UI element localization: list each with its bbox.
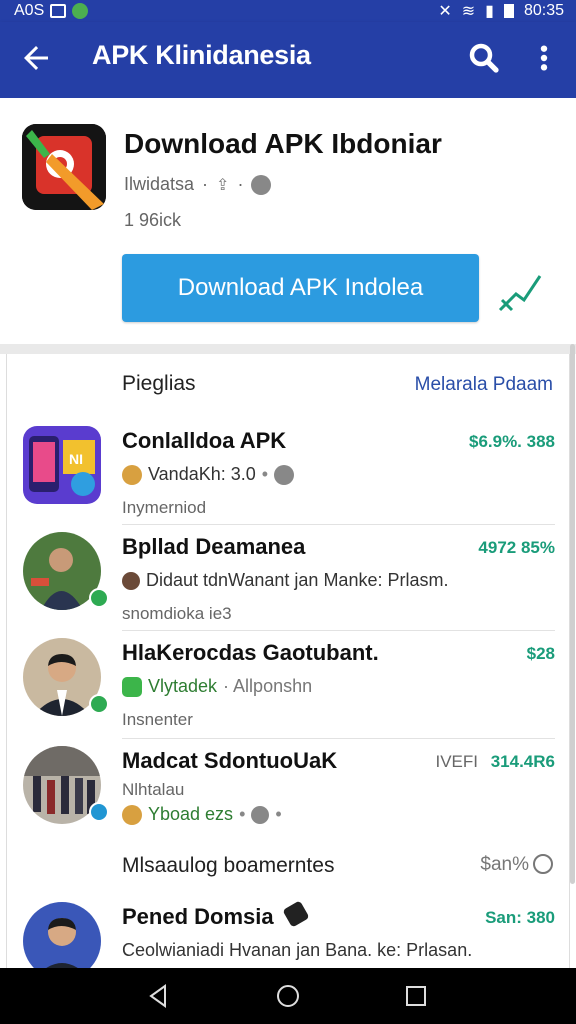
item-category: Nlhtalau	[122, 780, 185, 799]
scrollbar[interactable]	[570, 344, 575, 884]
list-item[interactable]: Pened Domsia San: 380 Ceolwianiadi Hvana…	[7, 900, 571, 980]
app-notification-icon	[72, 3, 89, 19]
developer-name: Ilwidatsa	[124, 174, 195, 194]
item-title: Pened Domsia	[122, 900, 310, 930]
row-divider	[122, 738, 555, 739]
download-button[interactable]: Download APK Indolea	[122, 254, 479, 322]
more-vert-icon[interactable]	[528, 40, 560, 76]
item-title: Bpllad Deamanea	[122, 534, 306, 559]
clock: 80:35	[523, 2, 564, 19]
price-value: 314.4R6	[490, 752, 555, 771]
home-nav-icon[interactable]	[274, 982, 302, 1010]
dot-separator: •	[239, 804, 246, 824]
rating-icon	[274, 464, 295, 485]
section-title: Pieglias	[122, 372, 196, 395]
item-subtitle: Didaut tdnWanant jan Manke: Prlasm.	[122, 570, 448, 591]
item-subtitle: Vlytadek · Allponshn	[122, 676, 312, 697]
section-title: Mlsaaulog boamerntes	[122, 854, 335, 877]
app-hero: Download APK Ibdoniar Ilwidatsa · ⇪ · 1 …	[0, 98, 576, 344]
item-developer: Yboad ezs	[148, 804, 234, 824]
app-icon: NI	[23, 426, 101, 504]
dot-separator: ·	[237, 174, 244, 194]
search-icon[interactable]	[466, 40, 502, 76]
item-price: 4972 85%	[478, 538, 555, 557]
developer-avatar-icon	[122, 571, 140, 590]
section-link[interactable]: Melarala Pdaam	[415, 374, 553, 396]
item-price: $28	[526, 644, 555, 663]
item-category-label: · Allponshn	[223, 676, 313, 696]
item-price: IVEFI 314.4R6	[435, 752, 555, 772]
share-icon: ⇪	[216, 176, 230, 194]
item-category: Insnenter	[122, 710, 193, 729]
list-item[interactable]: Bpllad Deamanea 4972 85% Didaut tdnWanan…	[7, 532, 571, 632]
item-price: San: 380	[485, 908, 555, 927]
developer-avatar-icon	[122, 804, 142, 825]
price-prefix: IVEFI	[435, 752, 478, 771]
whatsapp-icon	[122, 676, 142, 697]
app-title: Download APK Ibdoniar	[124, 128, 442, 159]
page-title: APK Klinidanesia	[92, 40, 311, 70]
item-category: Inymerniod	[122, 498, 207, 517]
app-bar: APK Klinidanesia	[0, 22, 576, 98]
phone-icon	[282, 900, 310, 928]
app-logo-icon	[22, 124, 106, 210]
svg-text:NI: NI	[69, 451, 83, 467]
row-divider	[122, 524, 555, 525]
app-meta: Ilwidatsa · ⇪ ·	[124, 174, 272, 195]
status-bar: A0S ✕ ≋ ▮ 80:35	[0, 0, 576, 22]
section-link[interactable]: $an%	[480, 854, 529, 876]
item-developer: Vlytadek	[148, 676, 218, 696]
item-subtitle: Yboad ezs • •	[122, 804, 282, 825]
developer-avatar-icon	[122, 464, 142, 485]
mute-icon: ✕	[438, 3, 452, 20]
dot-separator: •	[275, 804, 282, 824]
item-developer: VandaKh: 3.0	[148, 464, 256, 484]
item-title-text: Pened Domsia	[122, 904, 274, 929]
dot-separator: •	[261, 464, 269, 484]
app-list: Pieglias Melarala Pdaam NI Conlalldoa AP…	[6, 354, 571, 980]
dot-separator: ·	[202, 174, 209, 194]
item-subtitle: VandaKh: 3.0 •	[122, 464, 295, 485]
verified-badge-icon	[89, 694, 109, 714]
system-nav-bar	[0, 968, 576, 1024]
image-notification-icon	[50, 4, 67, 18]
item-title: Madcat SdontuoUaK	[122, 748, 338, 773]
verified-badge-icon	[89, 802, 109, 822]
rating-icon	[251, 805, 270, 824]
section-divider	[0, 344, 576, 354]
back-arrow-icon[interactable]	[18, 40, 54, 76]
item-developer: Didaut tdnWanant jan Manke: Prlasm.	[146, 570, 449, 590]
trending-icon[interactable]	[496, 270, 544, 314]
signal-icon: ▮	[485, 3, 494, 20]
item-title: HlaKerocdas Gaotubant.	[122, 640, 379, 665]
list-item[interactable]: NI Conlalldoa APK $6.9%. 388 VandaKh: 3.…	[7, 426, 571, 526]
item-price: $6.9%. 388	[468, 432, 555, 451]
recents-nav-icon[interactable]	[402, 982, 430, 1010]
carrier-label: A0S	[14, 2, 45, 19]
item-category: snomdioka ie3	[122, 604, 232, 623]
item-title: Conlalldoa APK	[122, 428, 287, 453]
list-item[interactable]: Madcat SdontuoUaK IVEFI 314.4R6 Nlhtalau…	[7, 746, 571, 846]
list-item[interactable]: HlaKerocdas Gaotubant. $28 Vlytadek · Al…	[7, 638, 571, 739]
verified-badge-icon	[89, 588, 109, 608]
back-nav-icon[interactable]	[145, 982, 173, 1010]
item-subtitle: Ceolwianiadi Hvanan jan Bana. ke: Prlasa…	[122, 940, 473, 960]
download-count: 1 96ick	[124, 210, 182, 230]
battery-icon	[503, 4, 514, 18]
rating-icon	[251, 174, 272, 195]
row-divider	[122, 630, 555, 631]
close-circle-icon[interactable]	[533, 854, 553, 874]
wifi-icon: ≋	[461, 3, 476, 20]
